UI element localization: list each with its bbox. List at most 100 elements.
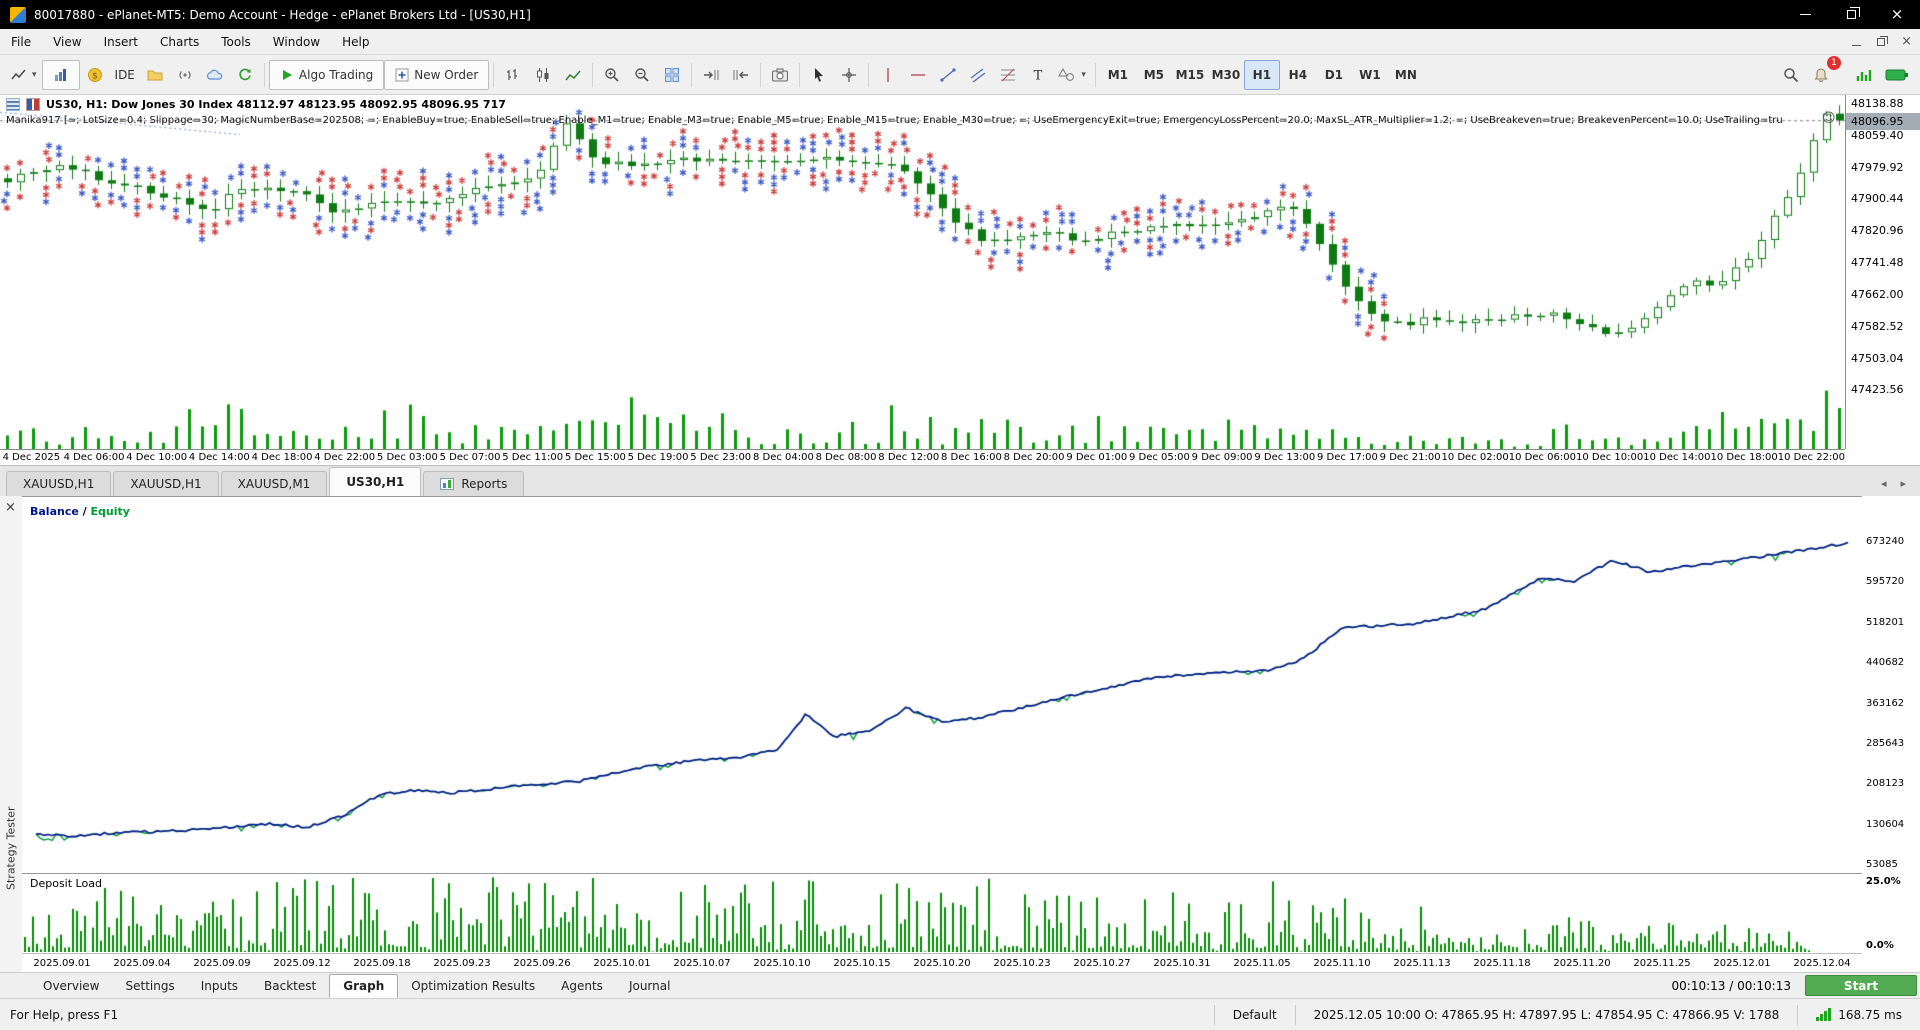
market-overview-button[interactable]: [1850, 60, 1880, 90]
tester-tab-backtest[interactable]: Backtest: [251, 975, 329, 997]
candles-mode-button[interactable]: [528, 60, 558, 90]
timeframe-m30[interactable]: M30: [1208, 60, 1244, 90]
profiles-button[interactable]: [41, 59, 80, 90]
trendline-tool[interactable]: [933, 60, 963, 90]
fibonacci-tool[interactable]: [993, 60, 1023, 90]
child-close-button[interactable]: ×: [1901, 35, 1912, 48]
chart-tab-xauusd-m1[interactable]: XAUUSD,M1: [220, 471, 328, 496]
close-tester-button[interactable]: ×: [5, 500, 16, 515]
market-watch-button[interactable]: $: [80, 60, 110, 90]
screenshot-button[interactable]: [765, 60, 795, 90]
search-button[interactable]: [1776, 60, 1806, 90]
menu-item-insert[interactable]: Insert: [93, 30, 149, 54]
algo-trading-label: Algo Trading: [298, 67, 374, 82]
chart-area[interactable]: US30, H1: Dow Jones 30 Index 48112.97 48…: [0, 95, 1920, 465]
price-axis-label: 47662.00: [1851, 287, 1904, 301]
chart-shift-button[interactable]: [726, 60, 756, 90]
vertical-line-tool[interactable]: [873, 60, 903, 90]
tester-x-label: 2025.09.23: [433, 957, 491, 969]
zoom-in-button[interactable]: [597, 60, 627, 90]
connection-status-button[interactable]: [1880, 60, 1914, 90]
child-minimize-button[interactable]: [1852, 35, 1862, 49]
ea-status-icon[interactable]: ☺: [1822, 111, 1836, 126]
one-click-trading-icon[interactable]: [6, 98, 20, 111]
plus-icon: [395, 68, 409, 81]
tester-tab-settings[interactable]: Settings: [113, 975, 188, 997]
tester-tab-journal[interactable]: Journal: [616, 975, 684, 997]
cursor-tool-button[interactable]: [804, 60, 834, 90]
notifications-button[interactable]: 1: [1806, 55, 1841, 90]
auto-scroll-button[interactable]: [696, 60, 726, 90]
line-mode-button[interactable]: [558, 60, 588, 90]
chart-flag-icon[interactable]: [26, 98, 40, 111]
timeframe-m1[interactable]: M1: [1100, 60, 1136, 90]
chart-tab-us30-h1[interactable]: US30,H1: [329, 467, 422, 496]
new-chart-button[interactable]: ▾: [6, 60, 42, 90]
menu-item-tools[interactable]: Tools: [210, 30, 262, 54]
time-axis-label: 5 Dec 15:00: [564, 452, 626, 463]
line-mode-icon: [565, 70, 581, 80]
candlestick-chart[interactable]: [0, 95, 1845, 449]
restore-button[interactable]: [1828, 0, 1874, 29]
algo-trading-button[interactable]: Algo Trading: [268, 59, 385, 90]
deposit-load-graph[interactable]: Deposit Load: [22, 874, 1862, 954]
tester-tab-overview[interactable]: Overview: [30, 975, 113, 997]
new-order-label: New Order: [414, 67, 479, 82]
timeframe-m5[interactable]: M5: [1136, 60, 1172, 90]
cloud-button[interactable]: [200, 60, 230, 90]
balance-axis-label: 130604: [1866, 818, 1905, 830]
timeframe-mn[interactable]: MN: [1388, 60, 1424, 90]
time-axis-label: 8 Dec 04:00: [752, 452, 814, 463]
new-order-button[interactable]: New Order: [384, 59, 490, 90]
tester-tab-agents[interactable]: Agents: [548, 975, 616, 997]
price-axis[interactable]: 48138.88 48059.40 47979.92 47900.44 47820.96…: [1845, 95, 1920, 449]
menu-item-charts[interactable]: Charts: [149, 30, 210, 54]
strategy-tester-panel: × Strategy Tester Balance / Equity 67324…: [0, 496, 1920, 998]
time-axis-label: 9 Dec 05:00: [1128, 452, 1190, 463]
tester-tab-graph[interactable]: Graph: [329, 973, 399, 998]
current-price-tag: 48096.95: [1846, 112, 1920, 130]
tile-windows-button[interactable]: [657, 60, 687, 90]
timeframe-w1[interactable]: W1: [1352, 60, 1388, 90]
ide-button[interactable]: IDE: [110, 60, 140, 90]
tab-scroll-right-icon[interactable]: ▸: [1900, 477, 1906, 490]
balance-axis-label: 208123: [1866, 778, 1905, 790]
tester-tab-optimization-results[interactable]: Optimization Results: [398, 975, 548, 997]
tester-x-label: 2025.09.26: [513, 957, 571, 969]
time-axis[interactable]: 4 Dec 2025 4 Dec 06:00 4 Dec 10:00 4 Dec 14…: [0, 449, 1845, 465]
open-data-folder-button[interactable]: [140, 60, 170, 90]
channel-tool[interactable]: [963, 60, 993, 90]
time-axis-label: 4 Dec 18:00: [251, 452, 313, 463]
chevron-down-icon: ▾: [1081, 69, 1086, 80]
chart-info: US30, H1: Dow Jones 30 Index 48112.97 48…: [6, 98, 506, 111]
crosshair-tool-button[interactable]: [834, 60, 864, 90]
menu-item-file[interactable]: File: [0, 30, 42, 54]
timeframe-h1[interactable]: H1: [1243, 59, 1280, 90]
child-restore-button[interactable]: [1877, 35, 1889, 49]
chart-tab-reports[interactable]: Reports: [423, 471, 525, 496]
app-icon: [10, 6, 26, 23]
tester-tab-inputs[interactable]: Inputs: [188, 975, 251, 997]
shapes-tool[interactable]: ▾: [1053, 60, 1091, 90]
minimize-button[interactable]: [1782, 0, 1828, 29]
text-tool[interactable]: T: [1023, 60, 1053, 90]
menu-item-view[interactable]: View: [42, 30, 92, 54]
chart-tab-xauusd-h1[interactable]: XAUUSD,H1: [113, 471, 219, 496]
timeframe-m15[interactable]: M15: [1172, 60, 1208, 90]
broadcast-button[interactable]: [170, 60, 200, 90]
bars-mode-button[interactable]: [498, 60, 528, 90]
menu-item-help[interactable]: Help: [331, 30, 380, 54]
menu-item-window[interactable]: Window: [262, 30, 331, 54]
refresh-button[interactable]: [230, 60, 260, 90]
status-profile[interactable]: Default: [1215, 1008, 1295, 1022]
start-button[interactable]: Start: [1805, 975, 1917, 996]
time-axis-label: 4 Dec 06:00: [63, 452, 125, 463]
tab-scroll-left-icon[interactable]: ◂: [1881, 477, 1887, 490]
balance-equity-graph[interactable]: Balance / Equity: [22, 496, 1862, 874]
close-button[interactable]: ×: [1874, 0, 1920, 29]
horizontal-line-tool[interactable]: [903, 60, 933, 90]
chart-tab-xauusd-h1[interactable]: XAUUSD,H1: [6, 471, 112, 496]
timeframe-h4[interactable]: H4: [1280, 60, 1316, 90]
timeframe-d1[interactable]: D1: [1316, 60, 1352, 90]
zoom-out-button[interactable]: [627, 60, 657, 90]
